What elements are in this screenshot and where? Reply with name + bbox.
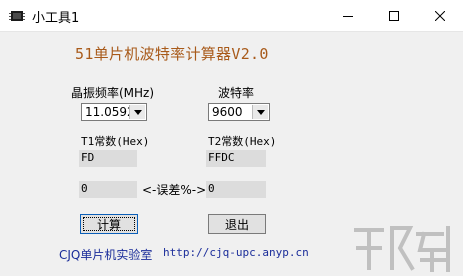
- maximize-button[interactable]: [371, 0, 417, 31]
- close-icon: [435, 10, 445, 21]
- t2-label: T2常数(Hex): [208, 135, 277, 148]
- watermark-logo: [354, 226, 450, 272]
- crystal-select[interactable]: 11.0592: [81, 103, 147, 121]
- error-left-value: 0: [81, 182, 88, 195]
- crystal-label: 晶振频率(MHz): [71, 86, 155, 100]
- chevron-down-icon: [256, 109, 265, 115]
- chevron-down-icon: [133, 109, 142, 115]
- t2-value: FFDC: [208, 151, 235, 164]
- baud-select[interactable]: 9600: [208, 103, 270, 121]
- error-left-field: 0: [79, 181, 137, 198]
- calculate-button[interactable]: 计算: [80, 214, 138, 234]
- lab-name: CJQ单片机实验室: [59, 248, 153, 262]
- app-window: 小工具1 51单片机波特率计算器V2.0 晶振频率(MHz) 11.0592 波…: [0, 0, 463, 276]
- error-label: <-误差%->: [142, 183, 207, 197]
- t1-field: FD: [79, 150, 137, 167]
- baud-label: 波特率: [218, 86, 255, 100]
- website-link[interactable]: http://cjq-upc.anyp.cn: [163, 246, 309, 259]
- title-bar[interactable]: 小工具1: [0, 0, 463, 32]
- exit-button[interactable]: 退出: [208, 214, 266, 234]
- minimize-button[interactable]: [325, 0, 371, 31]
- t1-value: FD: [81, 151, 95, 164]
- maximize-icon: [389, 10, 399, 21]
- close-button[interactable]: [417, 0, 463, 31]
- app-heading: 51单片机波特率计算器V2.0: [75, 45, 269, 63]
- error-right-value: 0: [208, 182, 215, 195]
- error-right-field: 0: [206, 181, 266, 198]
- app-icon: [9, 11, 25, 21]
- window-title: 小工具1: [32, 11, 80, 26]
- baud-value: 9600: [212, 105, 243, 119]
- t2-field: FFDC: [206, 150, 266, 167]
- crystal-dropdown-arrow[interactable]: [129, 105, 145, 119]
- minimize-icon: [343, 15, 353, 17]
- baud-dropdown-arrow[interactable]: [252, 105, 268, 119]
- t1-label: T1常数(Hex): [81, 135, 150, 148]
- crystal-value: 11.0592: [85, 105, 135, 119]
